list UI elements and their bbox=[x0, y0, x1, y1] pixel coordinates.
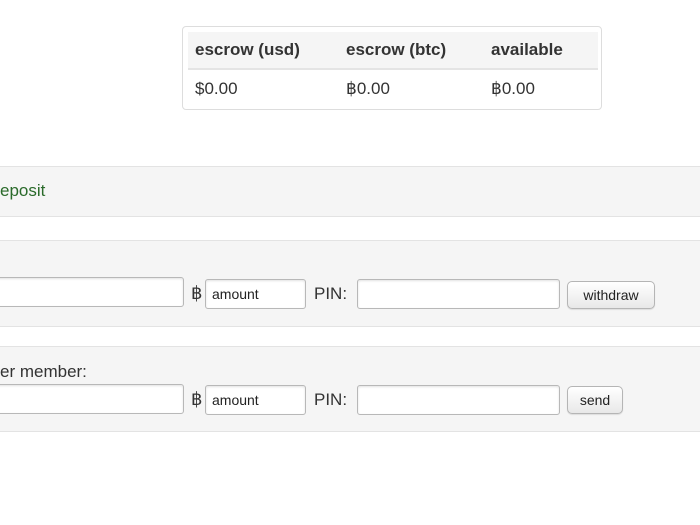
withdraw-button[interactable]: withdraw bbox=[567, 281, 655, 309]
value-escrow-btc: ฿0.00 bbox=[346, 78, 390, 98]
send-button[interactable]: send bbox=[567, 386, 623, 414]
deposit-link[interactable]: eposit bbox=[0, 181, 45, 201]
withdraw-amount-input[interactable] bbox=[205, 279, 306, 309]
send-pin-label: PIN: bbox=[314, 390, 348, 409]
value-available: ฿0.00 bbox=[491, 78, 535, 98]
header-escrow-usd: escrow (usd) bbox=[188, 32, 339, 70]
send-pin-input[interactable] bbox=[357, 385, 560, 415]
balance-row: $0.00 ฿0.00 ฿0.00 bbox=[188, 69, 598, 107]
value-escrow-usd: $0.00 bbox=[195, 78, 238, 98]
send-amount-input[interactable] bbox=[205, 385, 306, 415]
header-escrow-btc: escrow (btc) bbox=[339, 32, 484, 70]
withdraw-pin-input[interactable] bbox=[357, 279, 560, 309]
header-available: available bbox=[484, 32, 598, 70]
send-title: er member: bbox=[0, 362, 87, 381]
send-recipient-input[interactable] bbox=[0, 384, 184, 414]
withdraw-btc-symbol: ฿ bbox=[191, 283, 203, 303]
balance-table: escrow (usd) escrow (btc) available $0.0… bbox=[182, 26, 602, 110]
withdraw-pin-label: PIN: bbox=[314, 284, 348, 303]
balance-header-row: escrow (usd) escrow (btc) available bbox=[188, 32, 598, 70]
send-btc-symbol: ฿ bbox=[191, 389, 203, 409]
withdraw-address-input[interactable] bbox=[0, 277, 184, 307]
deposit-panel bbox=[0, 166, 700, 217]
